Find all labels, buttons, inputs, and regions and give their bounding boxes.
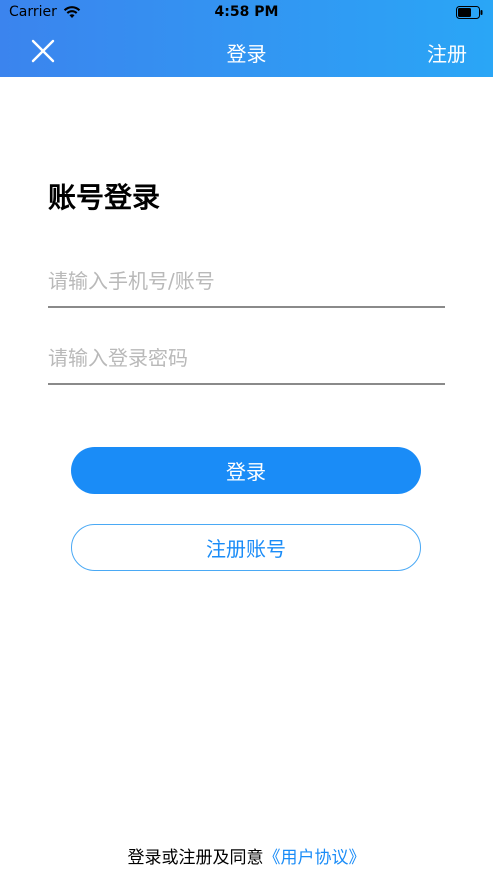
nav-title: 登录 <box>226 42 267 66</box>
register-account-button[interactable]: 注册账号 <box>71 524 421 571</box>
status-bar: Carrier 4:58 PM <box>0 0 493 26</box>
page-title: 账号登录 <box>48 181 161 214</box>
password-input[interactable] <box>48 333 445 383</box>
nav-bar: 登录 注册 <box>0 26 493 77</box>
battery-icon <box>456 6 483 19</box>
password-field <box>48 333 445 385</box>
header: Carrier 4:58 PM 登录 注册 <box>0 0 493 77</box>
account-field <box>48 256 445 308</box>
user-agreement-link[interactable]: 《用户协议》 <box>264 848 366 868</box>
clock: 4:58 PM <box>214 4 279 20</box>
register-link[interactable]: 注册 <box>427 38 467 67</box>
account-input[interactable] <box>48 256 445 306</box>
agreement-label: 登录或注册及同意 <box>127 848 264 868</box>
agreement-text: 登录或注册及同意《用户协议》 <box>0 843 493 868</box>
login-button[interactable]: 登录 <box>71 447 421 494</box>
